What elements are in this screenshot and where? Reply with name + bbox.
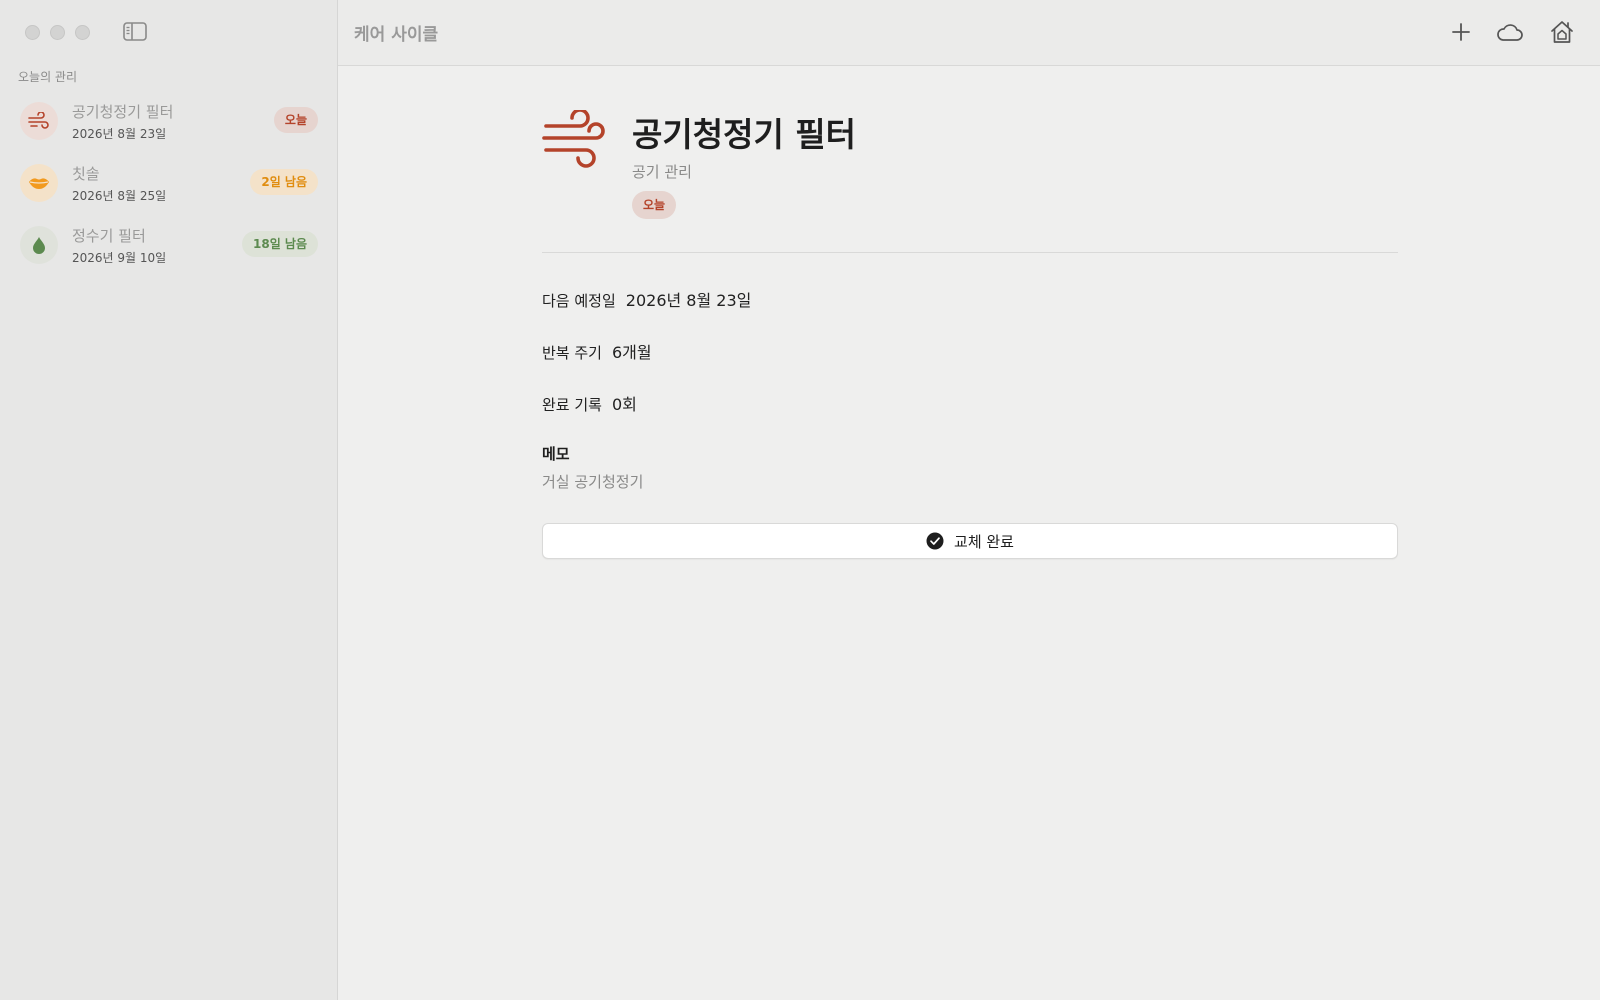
list-item-date: 2026년 8월 23일: [72, 127, 167, 141]
app-window: 오늘의 관리 공기청정기 필터 2026년 8월 23일 오늘 칫솔 2026년…: [0, 0, 1600, 1000]
memo-value: 거실 공기청정기: [542, 473, 644, 491]
wind-icon: [28, 112, 49, 129]
sidebar: 오늘의 관리 공기청정기 필터 2026년 8월 23일 오늘 칫솔 2026년…: [0, 0, 338, 1000]
wind-icon: [542, 108, 606, 170]
page-title: 공기청정기 필터: [632, 115, 857, 154]
replace-complete-button[interactable]: 교체 완료: [542, 523, 1398, 559]
list-item-toothbrush[interactable]: 칫솔 2026년 8월 25일 2일 남음: [0, 155, 338, 217]
list-item-date: 2026년 8월 25일: [72, 189, 167, 203]
detail-pane: 공기청정기 필터 공기 관리 오늘 다음 예정일 2026년 8월 23일 반복 …: [338, 66, 1600, 1000]
zoom-window-button[interactable]: [75, 25, 90, 40]
drop-icon: [33, 237, 45, 254]
status-badge: 18일 남음: [242, 231, 318, 257]
field-value: 0회: [611, 395, 637, 414]
item-icon-bg: [20, 226, 58, 264]
sidebar-toggle-icon[interactable]: [123, 22, 147, 41]
home-icon: [1551, 21, 1573, 43]
field-repeat-cycle: 반복 주기 6개월: [542, 339, 652, 363]
cloud-sync-button[interactable]: [1496, 18, 1524, 46]
field-next-date: 다음 예정일 2026년 8월 23일: [542, 287, 751, 311]
item-icon-bg: [20, 164, 58, 202]
window-controls: [25, 25, 90, 40]
checkmark-circle-icon: [926, 532, 944, 550]
cloud-icon: [1497, 24, 1523, 41]
item-icon-bg: [20, 102, 58, 140]
field-value: 6개월: [611, 343, 652, 362]
status-badge: 2일 남음: [250, 169, 318, 195]
list-item-title: 공기청정기 필터: [72, 103, 174, 121]
memo-label: 메모: [542, 445, 570, 463]
home-button[interactable]: [1548, 18, 1576, 46]
lips-icon: [29, 178, 49, 189]
list-item-title: 칫솔: [72, 165, 100, 183]
field-key: 완료 기록: [542, 396, 602, 414]
field-key: 다음 예정일: [542, 292, 616, 310]
close-window-button[interactable]: [25, 25, 40, 40]
field-key: 반복 주기: [542, 344, 602, 362]
field-completion-count: 완료 기록 0회: [542, 391, 637, 415]
list-item-air-filter[interactable]: 공기청정기 필터 2026년 8월 23일 오늘: [0, 93, 338, 155]
field-value: 2026년 8월 23일: [625, 291, 752, 310]
app-title: 케어 사이클: [354, 25, 439, 45]
list-item-water-filter[interactable]: 정수기 필터 2026년 9월 10일 18일 남음: [0, 217, 338, 279]
add-button[interactable]: [1447, 18, 1475, 46]
list-item-title: 정수기 필터: [72, 227, 146, 245]
plus-icon: [1452, 23, 1470, 41]
divider: [542, 252, 1398, 253]
button-label: 교체 완료: [954, 532, 1014, 551]
care-list: 공기청정기 필터 2026년 8월 23일 오늘 칫솔 2026년 8월 25일…: [0, 93, 338, 279]
list-item-date: 2026년 9월 10일: [72, 251, 167, 265]
category-label: 공기 관리: [632, 163, 692, 181]
toolbar: 케어 사이클: [338, 0, 1600, 66]
status-badge: 오늘: [632, 191, 677, 219]
status-badge: 오늘: [273, 107, 318, 133]
section-label: 오늘의 관리: [18, 70, 78, 84]
minimize-window-button[interactable]: [50, 25, 65, 40]
